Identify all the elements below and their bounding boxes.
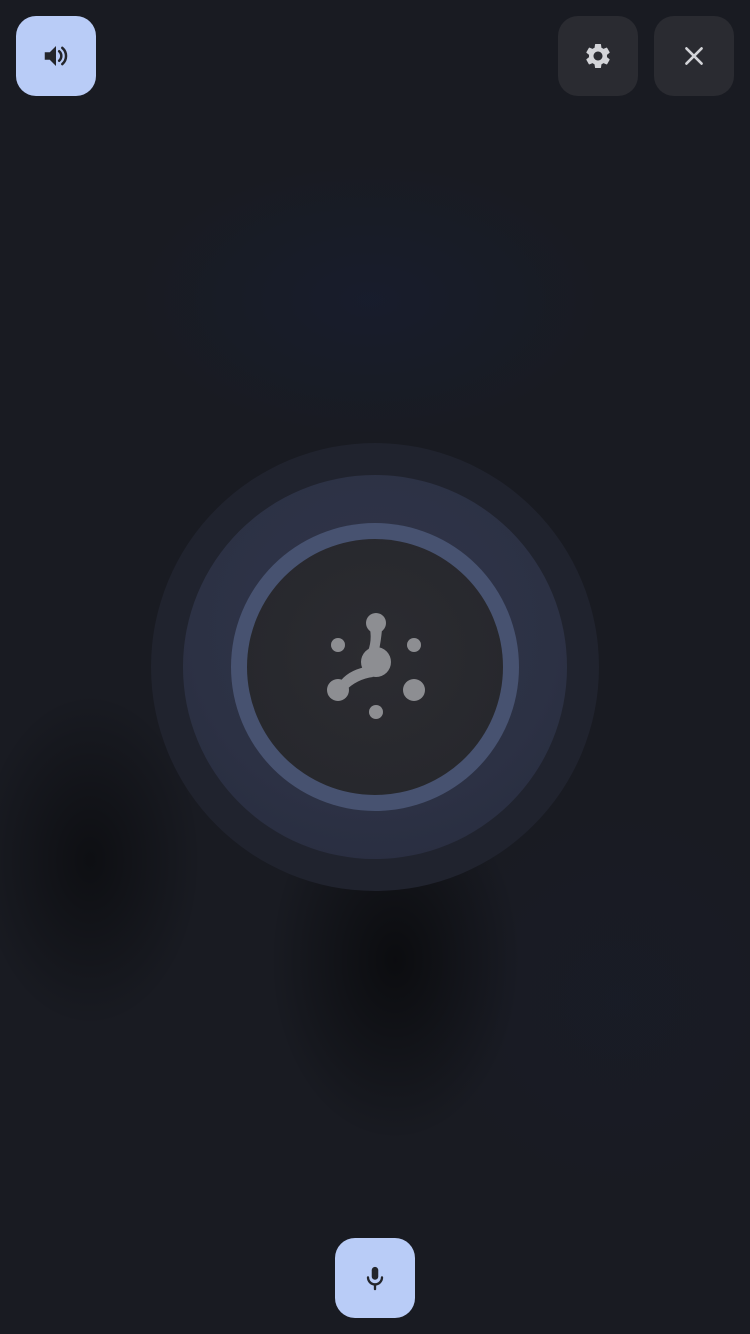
speaker-icon: [44, 46, 68, 66]
molecule-logo-icon: [327, 613, 425, 719]
voice-assistant-screen: [0, 0, 750, 1334]
settings-button[interactable]: [558, 16, 638, 96]
close-icon: [685, 47, 703, 65]
microphone-icon: [366, 1266, 384, 1291]
microphone-button[interactable]: [335, 1238, 415, 1318]
close-button[interactable]: [654, 16, 734, 96]
speaker-button[interactable]: [16, 16, 96, 96]
assistant-orb[interactable]: [247, 539, 503, 795]
gear-icon: [586, 43, 610, 68]
